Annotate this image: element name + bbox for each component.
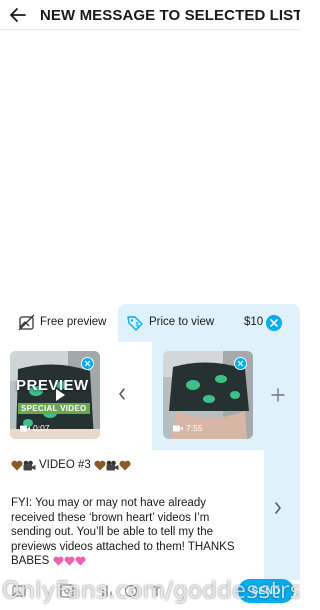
media-thumbnail[interactable]: 7:55 [163,351,253,439]
new-message-screen: NEW MESSAGE TO SELECTED LIST Free previe… [0,0,300,610]
preview-overlay-title: PREVIEW [16,377,89,394]
video-camera-emoji [106,460,119,470]
send-button[interactable]: SEND [238,579,294,603]
clock-icon[interactable] [124,584,138,598]
media-duration: 7:55 [173,423,203,433]
vault-icon[interactable] [60,584,74,598]
brown-heart-emoji [11,460,23,470]
poll-icon[interactable] [100,584,114,598]
message-compose-area[interactable] [0,31,300,304]
brown-heart-emoji [119,460,131,470]
video-camera-emoji [23,460,36,470]
chevron-right-icon[interactable] [272,498,284,518]
clear-icon[interactable] [266,315,282,331]
pink-hearts-emoji [53,556,64,566]
price-value: $10 [244,316,264,328]
special-video-tag: SPECIAL VIDEO [18,403,90,414]
duration-text: 7:55 [186,423,203,433]
tab-price-to-view[interactable]: $ Price to view $10 [118,304,300,342]
plus-icon[interactable] [270,387,286,403]
video-camera-icon [20,425,30,431]
page-title: NEW MESSAGE TO SELECTED LIST [40,7,300,24]
tab-free-preview-label: Free preview [40,316,107,328]
video-camera-icon [173,425,183,431]
pink-hearts-emoji [64,556,75,566]
play-icon [56,389,65,401]
remove-media-icon[interactable] [81,357,94,370]
duration-text: 0:07 [33,423,50,433]
price-tag-icon: $ [127,316,143,331]
pink-hearts-emoji [75,556,86,566]
media-thumbnail[interactable]: PREVIEW SPECIAL VIDEO 0:07 [10,351,100,439]
message-title-line: VIDEO #3 [11,459,131,471]
chevron-left-icon[interactable] [116,384,128,404]
back-arrow-icon[interactable] [8,5,28,25]
tab-price-label: Price to view [149,316,215,328]
top-bar: NEW MESSAGE TO SELECTED LIST [0,0,300,30]
tab-free-preview[interactable]: Free preview [0,304,118,342]
message-body: FYI: You may or may not have already rec… [11,496,247,569]
text-icon[interactable] [150,584,164,598]
media-icon[interactable] [12,584,26,598]
brown-heart-emoji [94,460,106,470]
free-preview-icon [18,314,35,331]
media-duration: 0:07 [20,423,50,433]
message-title-text: VIDEO #3 [39,459,91,471]
message-body-text: FYI: You may or may not have already rec… [11,497,235,567]
remove-media-icon[interactable] [234,357,247,370]
